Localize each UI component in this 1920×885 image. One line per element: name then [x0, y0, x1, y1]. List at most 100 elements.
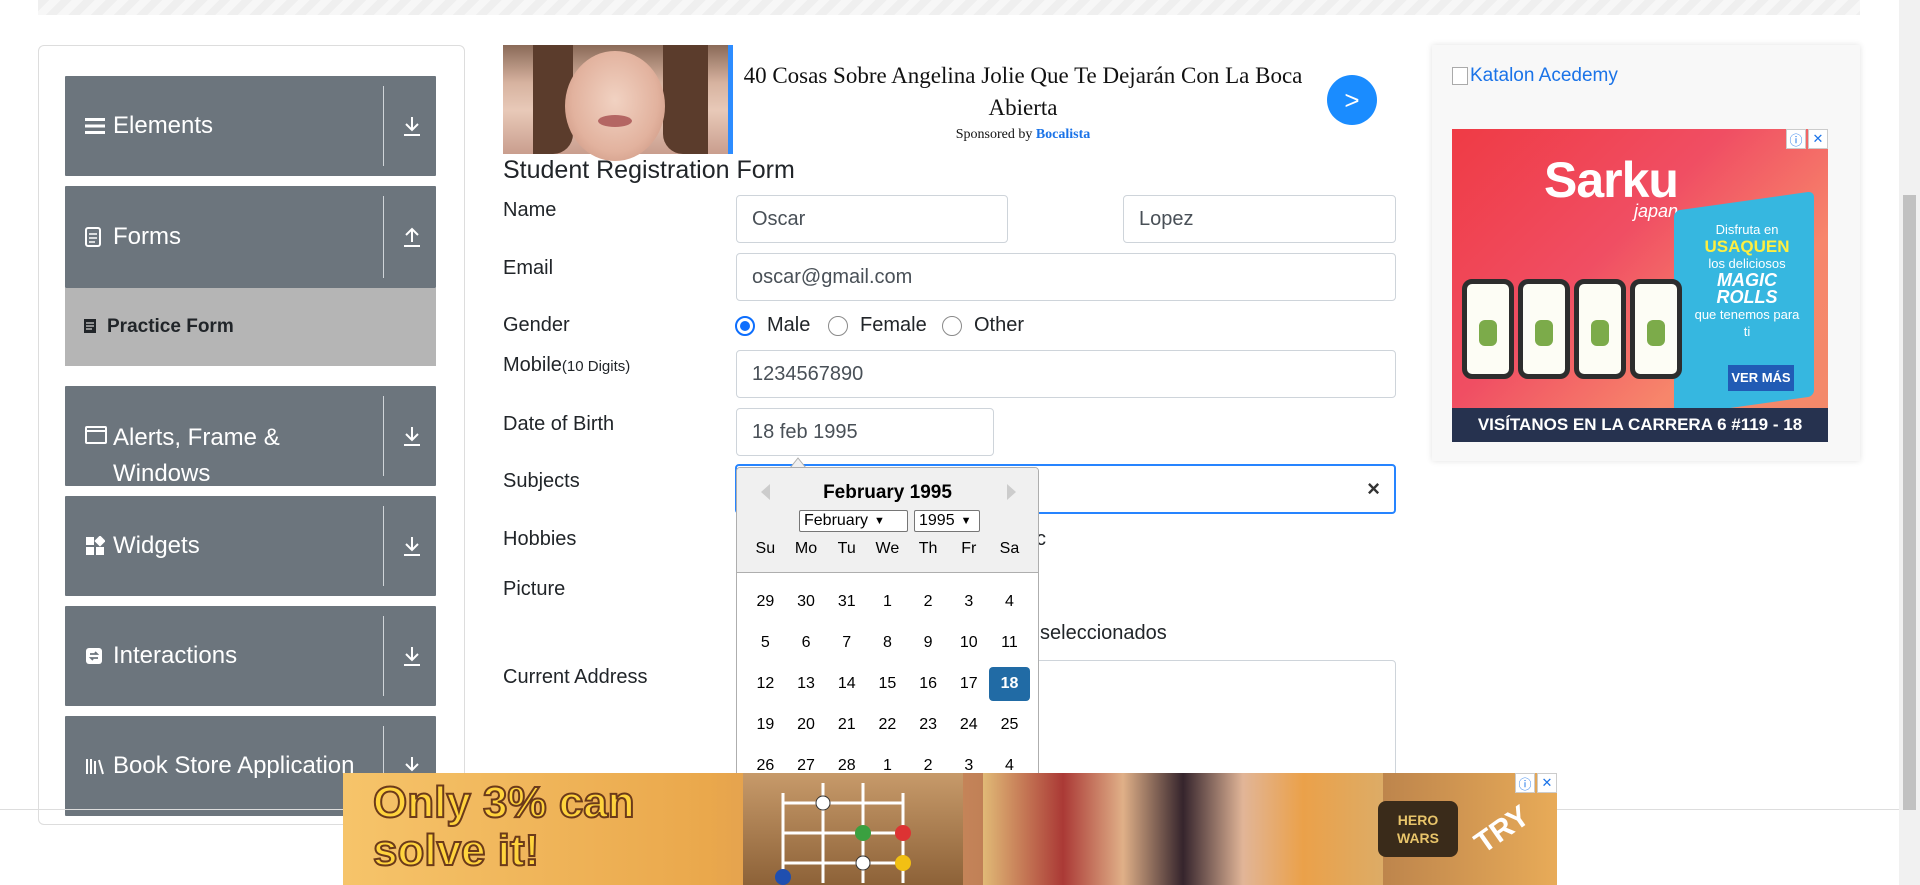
upload-icon[interactable]: [400, 225, 424, 249]
hero-wars-logo: HERO WARS: [1378, 801, 1458, 857]
broken-image-icon: [1452, 67, 1468, 85]
datepicker-day[interactable]: 10: [948, 626, 989, 660]
datepicker-day[interactable]: 15: [867, 667, 908, 701]
sidebar-item-practice-form[interactable]: Practice Form: [65, 288, 436, 366]
datepicker-day[interactable]: 14: [826, 667, 867, 701]
datepicker-day[interactable]: 24: [948, 708, 989, 742]
datepicker-day[interactable]: 30: [786, 585, 827, 619]
adchoices-icon[interactable]: ⓘ: [1786, 129, 1806, 149]
sidebar-group-label: Widgets: [113, 532, 200, 559]
gender-other-radio[interactable]: Other: [942, 314, 1024, 337]
katalon-link-text[interactable]: Katalon Acedemy: [1470, 65, 1618, 87]
bottom-ad-headline: Only 3% can solve it!: [372, 778, 636, 876]
download-icon[interactable]: [400, 114, 424, 138]
chevron-down-icon: ▼: [874, 515, 885, 527]
katalon-link[interactable]: Katalon Acedemy: [1452, 65, 1618, 87]
close-icon[interactable]: ✕: [1537, 773, 1557, 793]
datepicker-day[interactable]: 11: [989, 626, 1030, 660]
top-ad[interactable]: 40 Cosas Sobre Angelina Jolie Que Te Dej…: [503, 45, 1393, 161]
mobile-label: Mobile(10 Digits): [503, 354, 630, 377]
divider: [383, 196, 384, 278]
radio-button[interactable]: [828, 315, 848, 336]
sidebar-group-label: Elements: [113, 112, 214, 139]
datepicker: February 1995 February ▼ 1995 ▼ Su Mo Tu W…: [736, 467, 1039, 787]
datepicker-day[interactable]: 8: [867, 626, 908, 660]
promo-product: MAGIC ROLLS: [1716, 270, 1778, 307]
datepicker-day[interactable]: 23: [908, 708, 949, 742]
datepicker-day[interactable]: 29: [745, 585, 786, 619]
try-button[interactable]: TRY: [1469, 799, 1537, 861]
clear-icon[interactable]: ×: [1367, 476, 1380, 502]
ver-mas-button[interactable]: VER MÁS: [1728, 365, 1794, 391]
sidebar-group-interactions[interactable]: Interactions: [65, 606, 436, 706]
datepicker-day[interactable]: 18: [989, 666, 1030, 701]
gender-female-radio[interactable]: Female: [828, 314, 927, 337]
datepicker-day[interactable]: 1: [867, 585, 908, 619]
datepicker-week: 19 20 21 22 23 24 25: [745, 704, 1030, 745]
datepicker-day[interactable]: 21: [826, 708, 867, 742]
sarku-logo-sub: japan: [1634, 201, 1679, 221]
datepicker-day[interactable]: 9: [908, 626, 949, 660]
radio-label: Other: [974, 314, 1025, 336]
datepicker-day[interactable]: 16: [908, 667, 949, 701]
address-label: Current Address: [503, 666, 648, 688]
datepicker-day[interactable]: 12: [745, 667, 786, 701]
gender-label: Gender: [503, 314, 570, 336]
datepicker-day[interactable]: 6: [786, 626, 827, 660]
ad-headline[interactable]: 40 Cosas Sobre Angelina Jolie Que Te Dej…: [743, 60, 1303, 124]
datepicker-day[interactable]: 4: [989, 585, 1030, 619]
download-icon[interactable]: [400, 424, 424, 448]
close-icon[interactable]: ✕: [1808, 129, 1828, 149]
weekday-label: Su: [755, 540, 776, 557]
first-name-input[interactable]: Oscar: [736, 195, 1008, 243]
datepicker-day[interactable]: 2: [908, 585, 949, 619]
month-select[interactable]: February ▼: [799, 510, 908, 532]
radio-button[interactable]: [735, 315, 755, 336]
email-label: Email: [503, 257, 554, 279]
download-icon[interactable]: [400, 534, 424, 558]
datepicker-day[interactable]: 31: [826, 585, 867, 619]
sushi-image: [1462, 279, 1692, 389]
datepicker-day[interactable]: 19: [745, 708, 786, 742]
sidebar-group-elements[interactable]: Elements: [65, 76, 436, 176]
side-ad: Katalon Acedemy Sarku japan Disfruta en …: [1432, 45, 1860, 461]
sidebar-group-widgets[interactable]: Widgets: [65, 496, 436, 596]
adchoices-icon[interactable]: ⓘ: [1515, 773, 1535, 793]
subjects-label: Subjects: [503, 470, 580, 492]
promo-line: que tenemos para ti: [1694, 307, 1800, 339]
sarku-ad[interactable]: Sarku japan Disfruta en USAQUEN los deli…: [1452, 129, 1828, 442]
datepicker-day[interactable]: 25: [989, 708, 1030, 742]
ad-go-button[interactable]: >: [1327, 75, 1377, 125]
datepicker-day[interactable]: 20: [786, 708, 827, 742]
form-title: Student Registration Form: [503, 156, 795, 184]
mobile-input[interactable]: 1234567890: [736, 350, 1396, 398]
sponsor-name[interactable]: Bocalista: [1036, 127, 1090, 142]
gender-male-radio[interactable]: Male: [735, 314, 810, 337]
year-select-value: 1995: [919, 512, 955, 529]
sidebar-group-alerts[interactable]: Alerts, Frame & Windows: [65, 386, 436, 487]
datepicker-day[interactable]: 13: [786, 667, 827, 701]
books-icon: [85, 757, 109, 775]
sidebar-group-forms[interactable]: Forms: [65, 186, 436, 288]
picture-label: Picture: [503, 578, 566, 600]
ad-accent-bar: [728, 45, 733, 154]
scrollbar-thumb[interactable]: [1903, 195, 1916, 810]
dob-input[interactable]: 18 feb 1995: [736, 408, 994, 456]
year-select[interactable]: 1995 ▼: [914, 510, 980, 532]
datepicker-day[interactable]: 22: [867, 708, 908, 742]
email-input[interactable]: oscar@gmail.com: [736, 253, 1396, 301]
divider: [383, 396, 384, 476]
chevron-down-icon: ▼: [960, 515, 972, 527]
datepicker-day[interactable]: 7: [826, 626, 867, 660]
datepicker-day[interactable]: 3: [948, 585, 989, 619]
promo-line: Disfruta en: [1715, 222, 1779, 237]
radio-button[interactable]: [942, 315, 962, 336]
datepicker-day[interactable]: 17: [948, 667, 989, 701]
datepicker-header: February 1995 February ▼ 1995 ▼ Su Mo Tu W…: [737, 468, 1038, 573]
download-icon[interactable]: [400, 644, 424, 668]
datepicker-day[interactable]: 5: [745, 626, 786, 660]
last-name-input[interactable]: Lopez: [1123, 195, 1396, 243]
bottom-ad[interactable]: Only 3% can solve it! HERO WARS TRY ⓘ ✕: [343, 773, 1557, 885]
weekday-label: Mo: [794, 540, 818, 557]
next-month-button[interactable]: [1007, 484, 1016, 500]
